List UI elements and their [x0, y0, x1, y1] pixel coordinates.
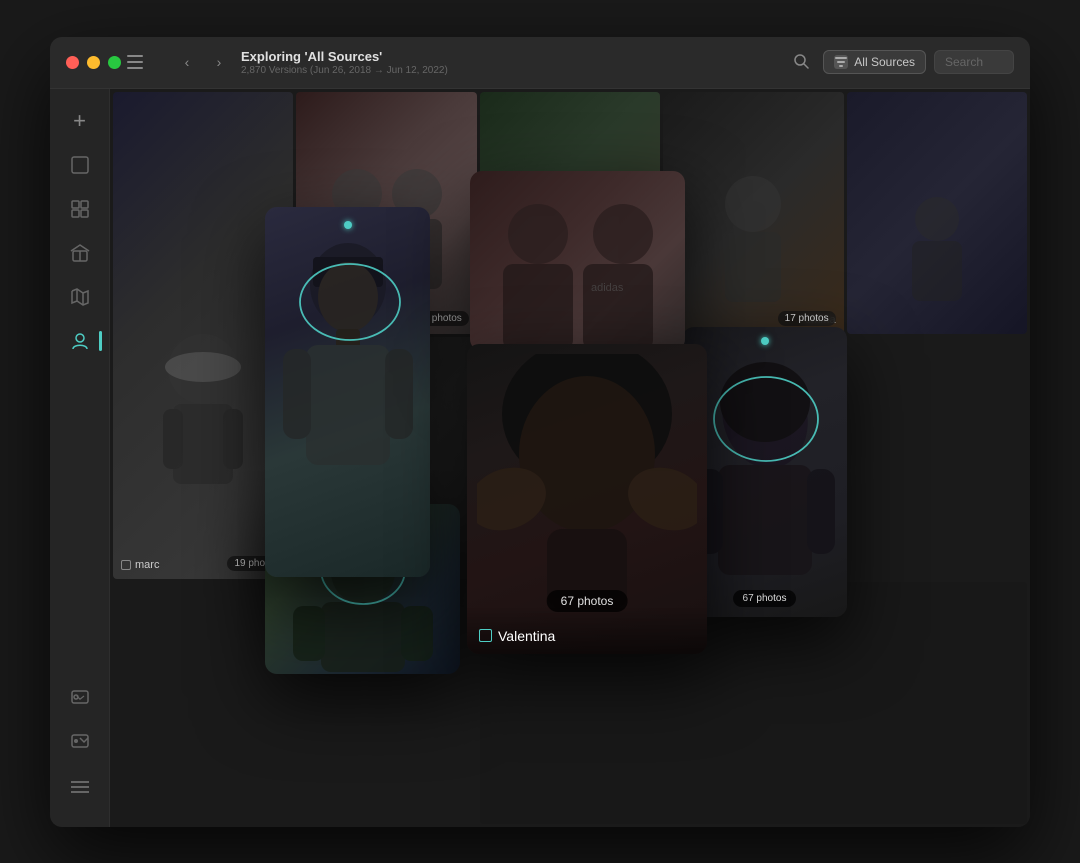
photo-count-marc: 19 photos — [227, 556, 285, 571]
minimize-button[interactable] — [87, 56, 100, 69]
sidebar-item-photos[interactable] — [60, 145, 100, 185]
close-button[interactable] — [66, 56, 79, 69]
person-cell-cyclist[interactable] — [663, 337, 843, 579]
sidebar-item-add[interactable]: + — [60, 101, 100, 141]
toolbar-right: All Sources Search — [787, 48, 1014, 76]
title-bar: ‹ › Exploring 'All Sources' 2,870 Versio… — [50, 37, 1030, 89]
person-name-marc: marc — [121, 559, 159, 571]
nav-arrows: ‹ › — [173, 48, 233, 76]
person-cell-tom[interactable]: tom — [296, 337, 476, 579]
empty-cell — [480, 582, 1027, 824]
sidebar-item-menu[interactable] — [60, 767, 100, 807]
person-cell-older-woman[interactable] — [480, 337, 660, 579]
maximize-button[interactable] — [108, 56, 121, 69]
main-layout: + — [50, 89, 1030, 827]
sources-filter[interactable]: All Sources — [823, 50, 926, 74]
sidebar-item-import[interactable] — [60, 679, 100, 719]
photo-grid: marc 19 photos 31 photos — [110, 89, 1030, 827]
sidebar-item-people[interactable] — [60, 321, 100, 361]
title-info: Exploring 'All Sources' 2,870 Versions (… — [241, 49, 787, 76]
sidebar-item-export[interactable] — [60, 723, 100, 763]
person-cell-emma[interactable]: emma 17 photos — [663, 92, 843, 334]
back-button[interactable]: ‹ — [173, 48, 201, 76]
app-window: ‹ › Exploring 'All Sources' 2,870 Versio… — [50, 37, 1030, 827]
search-button[interactable] — [787, 48, 815, 76]
person-cell-marc[interactable]: marc 19 photos — [113, 92, 293, 579]
sources-icon — [834, 55, 848, 69]
photo-count-emma: 17 photos — [778, 311, 836, 326]
forward-button[interactable]: › — [205, 48, 233, 76]
sidebar-item-albums[interactable] — [60, 189, 100, 229]
sidebar: + — [50, 89, 110, 827]
content-area: marc 19 photos 31 photos — [110, 89, 1030, 827]
sources-label: All Sources — [854, 55, 915, 69]
sidebar-item-map[interactable] — [60, 277, 100, 317]
edit-icon — [121, 560, 131, 570]
window-controls — [66, 56, 121, 69]
window-title: Exploring 'All Sources' — [241, 49, 787, 64]
sidebar-item-box[interactable] — [60, 233, 100, 273]
sidebar-toggle-button[interactable] — [121, 48, 149, 76]
person-cell-couple[interactable]: 31 photos — [296, 92, 476, 334]
search-input[interactable]: Search — [934, 50, 1014, 74]
edit-icon-tom — [304, 560, 314, 570]
person-cell-woman1[interactable] — [480, 92, 660, 334]
person-cell-far[interactable] — [847, 92, 1027, 334]
person-name-tom: tom — [304, 559, 336, 571]
sidebar-bottom — [60, 679, 100, 815]
window-subtitle: 2,870 Versions (Jun 26, 2018 → Jun 12, 2… — [241, 65, 787, 76]
photo-count-couple: 31 photos — [411, 311, 469, 326]
